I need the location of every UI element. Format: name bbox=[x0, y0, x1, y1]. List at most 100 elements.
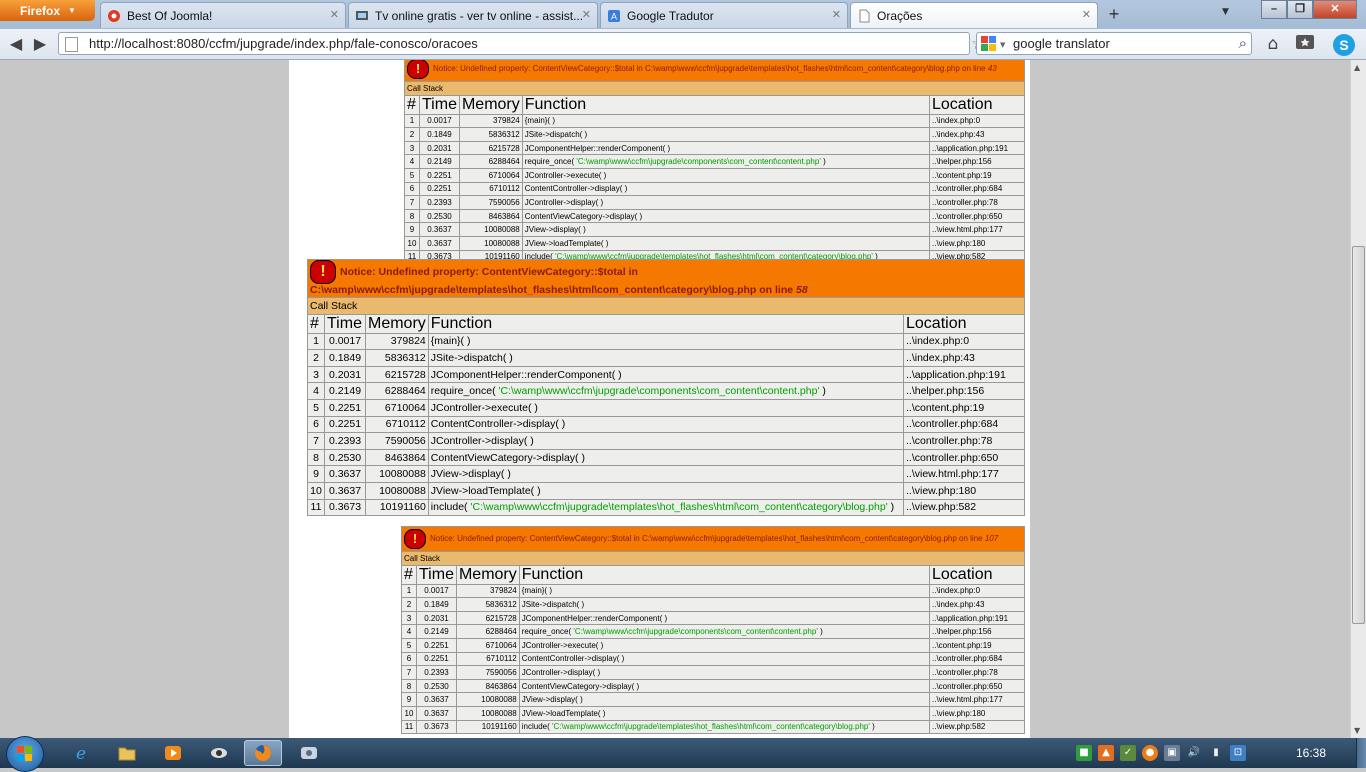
minimize-button[interactable]: – bbox=[1261, 0, 1287, 19]
tray-orange-icon[interactable]: ▲ bbox=[1098, 745, 1114, 761]
row-time: 0.2530 bbox=[324, 448, 366, 467]
tray-green-icon[interactable]: ■ bbox=[1076, 745, 1092, 761]
row-number: 7 bbox=[401, 665, 417, 680]
row-location: ..\content.php:19 bbox=[903, 398, 1025, 417]
row-number: 8 bbox=[401, 678, 417, 694]
tray-network-icon[interactable]: ⊡ bbox=[1230, 745, 1246, 761]
app-taskbar-button[interactable] bbox=[200, 740, 238, 766]
close-window-button[interactable]: ✕ bbox=[1313, 0, 1357, 19]
skype-icon[interactable]: S bbox=[1328, 33, 1360, 56]
row-memory: 10191160 bbox=[365, 498, 429, 517]
row-location: ..\controller.php:78 bbox=[903, 432, 1025, 450]
function-name: JController->execute( ) bbox=[524, 170, 607, 180]
addon-icon[interactable] bbox=[1292, 33, 1318, 55]
network-signal-icon[interactable]: ▮ bbox=[1208, 745, 1224, 761]
table-row: 3 0.2031 6215728 JComponentHelper::renderCo… bbox=[404, 140, 1025, 156]
search-input[interactable]: google translator bbox=[1013, 36, 1110, 51]
navigation-toolbar: ◀ ▶ http://localhost:8080/ccfm/jupgrade/… bbox=[0, 29, 1366, 60]
table-row: 6 0.2251 6710112 ContentController->display… bbox=[307, 415, 1025, 434]
tray-check-icon[interactable]: ✓ bbox=[1120, 745, 1136, 761]
row-location: ..\controller.php:650 bbox=[929, 208, 1025, 224]
tray-device-icon[interactable]: ▣ bbox=[1164, 745, 1180, 761]
app2-taskbar-button[interactable] bbox=[290, 740, 328, 766]
table-row: 10 0.3637 10080088 JView->loadTemplate( )..… bbox=[404, 235, 1025, 251]
search-bar[interactable]: ▼ google translator ⌕ bbox=[976, 32, 1252, 55]
home-icon[interactable]: ⌂ bbox=[1260, 33, 1286, 55]
search-engine-chevron-icon[interactable]: ▼ bbox=[1000, 41, 1005, 49]
row-location: ..\content.php:19 bbox=[929, 637, 1025, 653]
maximize-button[interactable]: ❐ bbox=[1287, 0, 1313, 19]
row-number: 2 bbox=[404, 127, 420, 142]
app2-icon bbox=[301, 747, 317, 759]
table-row: 2 0.1849 5836312 JSite->dispatch( ) ..\index… bbox=[401, 597, 1025, 612]
row-number: 10 bbox=[307, 481, 325, 500]
windows-start-button[interactable] bbox=[6, 736, 44, 772]
row-memory: 8463864 bbox=[458, 208, 523, 224]
close-icon[interactable]: ✕ bbox=[330, 8, 339, 21]
url-bar[interactable]: http://localhost:8080/ccfm/jupgrade/inde… bbox=[58, 32, 1021, 55]
page-identity-icon[interactable] bbox=[65, 37, 78, 52]
close-icon[interactable]: ✕ bbox=[582, 8, 591, 21]
firefox-menu-button[interactable]: Firefox ▼ bbox=[0, 0, 95, 21]
back-arrow-icon[interactable]: ◀ bbox=[4, 33, 28, 55]
row-function: JComponentHelper::renderComponent( ) bbox=[521, 140, 931, 156]
row-location: ..\view.php:180 bbox=[903, 481, 1025, 500]
vertical-scrollbar[interactable]: ▲ ▼ bbox=[1350, 60, 1366, 738]
row-function: JSite->dispatch( ) bbox=[521, 127, 931, 142]
row-location: ..\helper.php:156 bbox=[903, 382, 1025, 400]
scroll-down-arrow-icon[interactable]: ▼ bbox=[1354, 726, 1360, 735]
table-row: 8 0.2530 8463864 ContentViewCategory->displ… bbox=[401, 678, 1025, 694]
tab-tv-online[interactable]: Tv online gratis - ver tv online - assis… bbox=[348, 2, 598, 28]
url-text[interactable]: http://localhost:8080/ccfm/jupgrade/inde… bbox=[89, 36, 478, 51]
row-memory: 6288464 bbox=[455, 624, 520, 639]
row-function: JView->display( ) bbox=[521, 222, 931, 237]
forward-arrow-icon[interactable]: ▶ bbox=[28, 33, 52, 55]
tab-best-of-joomla[interactable]: Best Of Joomla! ✕ bbox=[100, 2, 346, 28]
internet-explorer-taskbar-button[interactable]: e bbox=[62, 740, 100, 766]
row-number: 1 bbox=[307, 332, 325, 351]
file-explorer-taskbar-button[interactable] bbox=[108, 740, 146, 766]
search-icon[interactable]: ⌕ bbox=[1239, 34, 1247, 52]
row-location: ..\index.php:0 bbox=[903, 332, 1025, 351]
firefox-taskbar-button[interactable] bbox=[244, 740, 282, 766]
scroll-up-arrow-icon[interactable]: ▲ bbox=[1354, 63, 1360, 72]
tab-google-tradutor[interactable]: A Google Tradutor ✕ bbox=[600, 2, 848, 28]
tab-oracoes[interactable]: Orações ✕ bbox=[850, 2, 1098, 28]
row-function: JSite->dispatch( ) bbox=[518, 597, 931, 612]
tray-avast-icon[interactable]: ● bbox=[1142, 745, 1158, 761]
error-header-row: ! Notice: Undefined property: ContentView… bbox=[401, 526, 1025, 552]
call-stack-label: Call Stack bbox=[404, 81, 1025, 96]
tab-list-chevron-icon[interactable]: ▼ bbox=[1222, 7, 1229, 17]
col-memory-header: Memory bbox=[455, 564, 520, 585]
volume-icon[interactable]: 🔊 bbox=[1186, 745, 1202, 761]
new-tab-button[interactable]: + bbox=[1100, 3, 1128, 27]
call-stack-label: Call Stack bbox=[307, 297, 1025, 315]
close-icon[interactable]: ✕ bbox=[1082, 8, 1091, 21]
col-number-header: # bbox=[404, 94, 420, 115]
row-location: ..\view.html.php:177 bbox=[929, 222, 1025, 237]
scrollbar-thumb[interactable] bbox=[1352, 246, 1365, 624]
folder-icon bbox=[118, 747, 136, 761]
row-function: ContentViewCategory->display( ) bbox=[518, 678, 931, 694]
row-memory: 6288464 bbox=[365, 382, 429, 400]
row-number: 7 bbox=[404, 195, 420, 210]
table-row: 8 0.2530 8463864 ContentViewCategory->displ… bbox=[404, 208, 1025, 224]
row-location: ..\controller.php:684 bbox=[929, 181, 1025, 197]
function-argument: 'C:\wamp\www\ccfm\jupgrade\components\co… bbox=[498, 385, 820, 398]
row-number: 2 bbox=[307, 349, 325, 367]
row-time: 0.1849 bbox=[416, 597, 457, 612]
clock[interactable]: 16:38 bbox=[1296, 746, 1326, 760]
xdebug-error-table: ! Notice: Undefined property: ContentView… bbox=[401, 526, 1025, 735]
error-message: ! Notice: Undefined property: ContentView… bbox=[401, 526, 1025, 552]
table-row: 5 0.2251 6710064 JController->execute( ) ..\… bbox=[404, 167, 1025, 183]
row-location: ..\application.php:191 bbox=[929, 610, 1025, 626]
table-row: 8 0.2530 8463864 ContentViewCategory->displ… bbox=[307, 448, 1025, 467]
media-player-taskbar-button[interactable] bbox=[154, 740, 192, 766]
row-time: 0.2393 bbox=[324, 432, 366, 450]
row-time: 0.2393 bbox=[419, 195, 460, 210]
row-number: 10 bbox=[404, 235, 420, 251]
row-number: 4 bbox=[404, 154, 420, 169]
google-search-engine-icon[interactable] bbox=[981, 36, 997, 51]
close-icon[interactable]: ✕ bbox=[832, 8, 841, 21]
show-desktop-button[interactable] bbox=[1356, 738, 1366, 768]
